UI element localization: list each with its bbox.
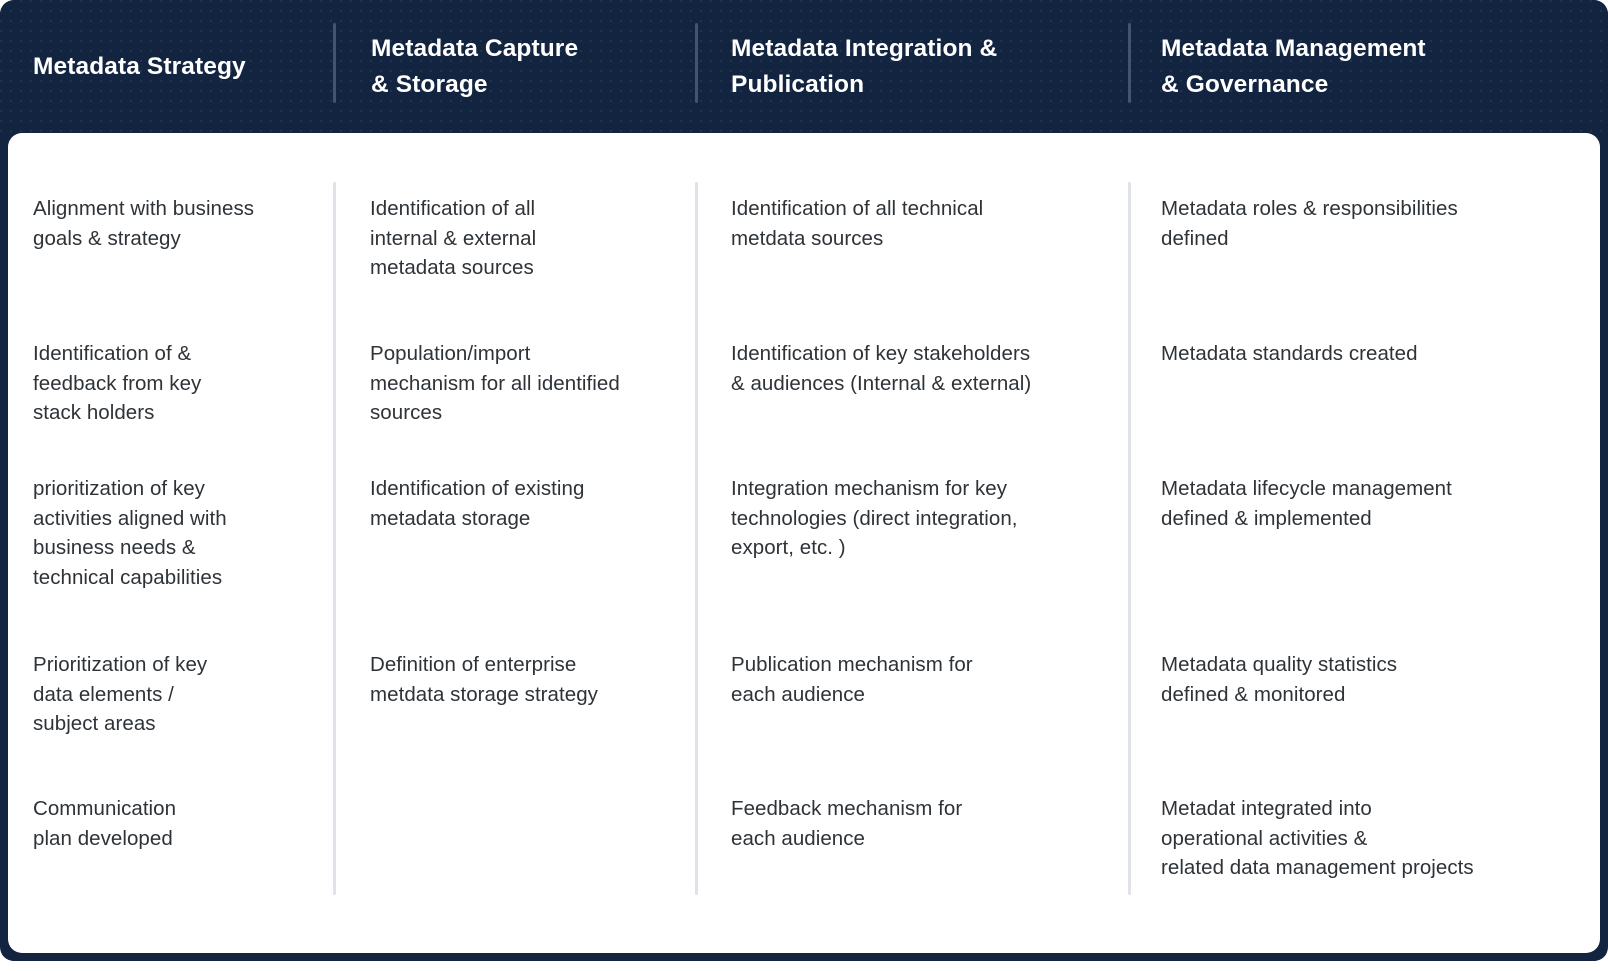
list-item: Population/import mechanism for all iden…: [370, 342, 620, 424]
header-divider-2: [695, 23, 698, 103]
list-item: Metadat integrated into operational acti…: [1161, 797, 1474, 879]
metadata-maturity-card: Metadata Strategy Metadata Capture & Sto…: [0, 0, 1608, 961]
header-divider-3: [1128, 23, 1131, 103]
body-divider-3: [1128, 182, 1131, 895]
body-column-metadata-capture-storage: Identification of all internal & externa…: [333, 133, 695, 953]
header-columns-row: Metadata Strategy Metadata Capture & Sto…: [0, 0, 1608, 133]
list-item: Identification of existing metadata stor…: [370, 477, 585, 530]
list-item: Prioritization of key data elements / su…: [33, 653, 208, 735]
list-item: Identification of all technical metdata …: [731, 197, 984, 250]
header-column-metadata-capture-storage: Metadata Capture & Storage: [333, 0, 695, 133]
header-column-metadata-integration-publication: Metadata Integration & Publication: [695, 0, 1128, 133]
list-item: Metadata standards created: [1161, 342, 1418, 365]
body-column-1-items: Alignment with business goals & strategy…: [33, 133, 307, 850]
list-item: Integration mechanism for key technologi…: [731, 477, 1018, 559]
body-column-metadata-integration-publication: Identification of all technical metdata …: [695, 133, 1128, 953]
list-item: Alignment with business goals & strategy: [33, 197, 255, 250]
body-divider-2: [695, 182, 698, 895]
body-column-2-items: Identification of all internal & externa…: [370, 133, 673, 706]
list-item: Metadata lifecycle management defined & …: [1161, 477, 1452, 530]
body-panel: Alignment with business goals & strategy…: [8, 133, 1600, 953]
list-item: Metadata roles & responsibilities define…: [1161, 197, 1458, 250]
list-item: Definition of enterprise metdata storage…: [370, 653, 598, 706]
header-title-2: Metadata Capture & Storage: [371, 34, 579, 98]
header-title-1: Metadata Strategy: [33, 52, 246, 80]
body-column-metadata-management-governance: Metadata roles & responsibilities define…: [1128, 133, 1600, 953]
header-column-metadata-management-governance: Metadata Management & Governance: [1128, 0, 1608, 133]
list-item: prioritization of key activities aligned…: [33, 477, 227, 589]
list-item: Identification of all internal & externa…: [370, 197, 537, 279]
body-divider-1: [333, 182, 336, 895]
card-bottom-rail: [0, 953, 1608, 961]
header-divider-1: [333, 23, 336, 103]
list-item: Feedback mechanism for each audience: [731, 797, 963, 850]
header-band: Metadata Strategy Metadata Capture & Sto…: [0, 0, 1608, 140]
body-column-metadata-strategy: Alignment with business goals & strategy…: [8, 133, 333, 953]
body-column-4-items: Metadata roles & responsibilities define…: [1161, 133, 1586, 879]
body-column-3-items: Identification of all technical metdata …: [731, 133, 1108, 850]
header-column-metadata-strategy: Metadata Strategy: [0, 0, 333, 133]
body-columns-row: Alignment with business goals & strategy…: [8, 133, 1600, 953]
list-item: Metadata quality statistics defined & mo…: [1161, 653, 1398, 706]
header-title-3: Metadata Integration & Publication: [731, 34, 998, 98]
list-item: Publication mechanism for each audience: [731, 653, 973, 706]
list-item: Identification of & feedback from key st…: [33, 342, 202, 424]
list-item: Communication plan developed: [33, 797, 177, 850]
list-item: Identification of key stakeholders & aud…: [731, 342, 1032, 395]
header-title-4: Metadata Management & Governance: [1161, 34, 1426, 98]
